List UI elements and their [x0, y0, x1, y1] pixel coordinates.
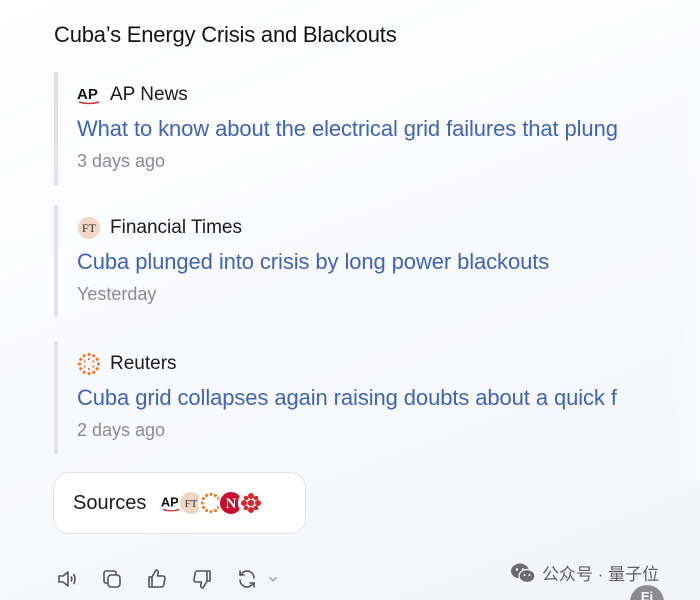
source-favicons: AP FT N — [158, 490, 265, 516]
copy-button[interactable] — [97, 564, 127, 594]
source-row: FT Financial Times — [77, 215, 700, 241]
svg-text:AP: AP — [161, 495, 179, 510]
article-timestamp: 3 days ago — [77, 151, 166, 171]
article-timestamp: Yesterday — [77, 284, 157, 304]
news-card-ap[interactable]: AP AP News What to know about the electr… — [54, 72, 700, 186]
sources-label: Sources — [73, 491, 147, 514]
article-headline-link[interactable]: Cuba plunged into crisis by long power b… — [77, 249, 700, 275]
ft-logo-icon: FT — [77, 216, 101, 240]
article-headline-link[interactable]: What to know about the electrical grid f… — [77, 116, 700, 142]
regenerate-icon — [239, 570, 255, 588]
watermark-text: 公众号 · 量子位 — [542, 565, 660, 584]
svg-text:AP: AP — [77, 86, 98, 103]
thumbs-down-button[interactable] — [187, 564, 217, 594]
sources-button[interactable]: Sources AP FT N — [53, 472, 306, 534]
source-name: Reuters — [110, 353, 177, 374]
copy-icon — [103, 570, 121, 588]
source-row: Reuters — [77, 351, 700, 377]
section-heading: Cuba’s Energy Crisis and Blackouts — [54, 22, 397, 47]
cbc-favicon-icon — [238, 490, 265, 516]
wechat-icon — [511, 563, 536, 583]
ap-logo-icon: AP — [77, 83, 101, 107]
svg-text:FT: FT — [82, 221, 97, 235]
svg-text:FT: FT — [185, 498, 198, 510]
svg-text:N: N — [226, 496, 237, 512]
reuters-logo-icon — [77, 352, 101, 376]
thumbs-down-icon — [193, 570, 211, 589]
corner-badge: Ei — [630, 585, 664, 600]
source-name: Financial Times — [110, 217, 242, 238]
thumbs-up-button[interactable] — [142, 564, 172, 594]
read-aloud-button[interactable] — [52, 564, 82, 594]
message-action-bar — [52, 564, 295, 594]
news-card-reuters[interactable]: Reuters Cuba grid collapses again raisin… — [54, 341, 700, 454]
thumbs-up-icon — [148, 569, 166, 588]
article-headline-link[interactable]: Cuba grid collapses again raising doubts… — [77, 385, 700, 411]
watermark: 公众号 · 量子位 — [510, 560, 659, 585]
chevron-down-icon — [269, 576, 277, 582]
news-card-ft[interactable]: FT Financial Times Cuba plunged into cri… — [54, 205, 700, 317]
speaker-icon — [58, 571, 76, 587]
model-menu-chevron[interactable] — [266, 564, 280, 594]
source-row: AP AP News — [77, 82, 700, 108]
article-timestamp: 2 days ago — [77, 420, 166, 440]
source-name: AP News — [110, 84, 188, 105]
regenerate-button[interactable] — [232, 564, 262, 594]
